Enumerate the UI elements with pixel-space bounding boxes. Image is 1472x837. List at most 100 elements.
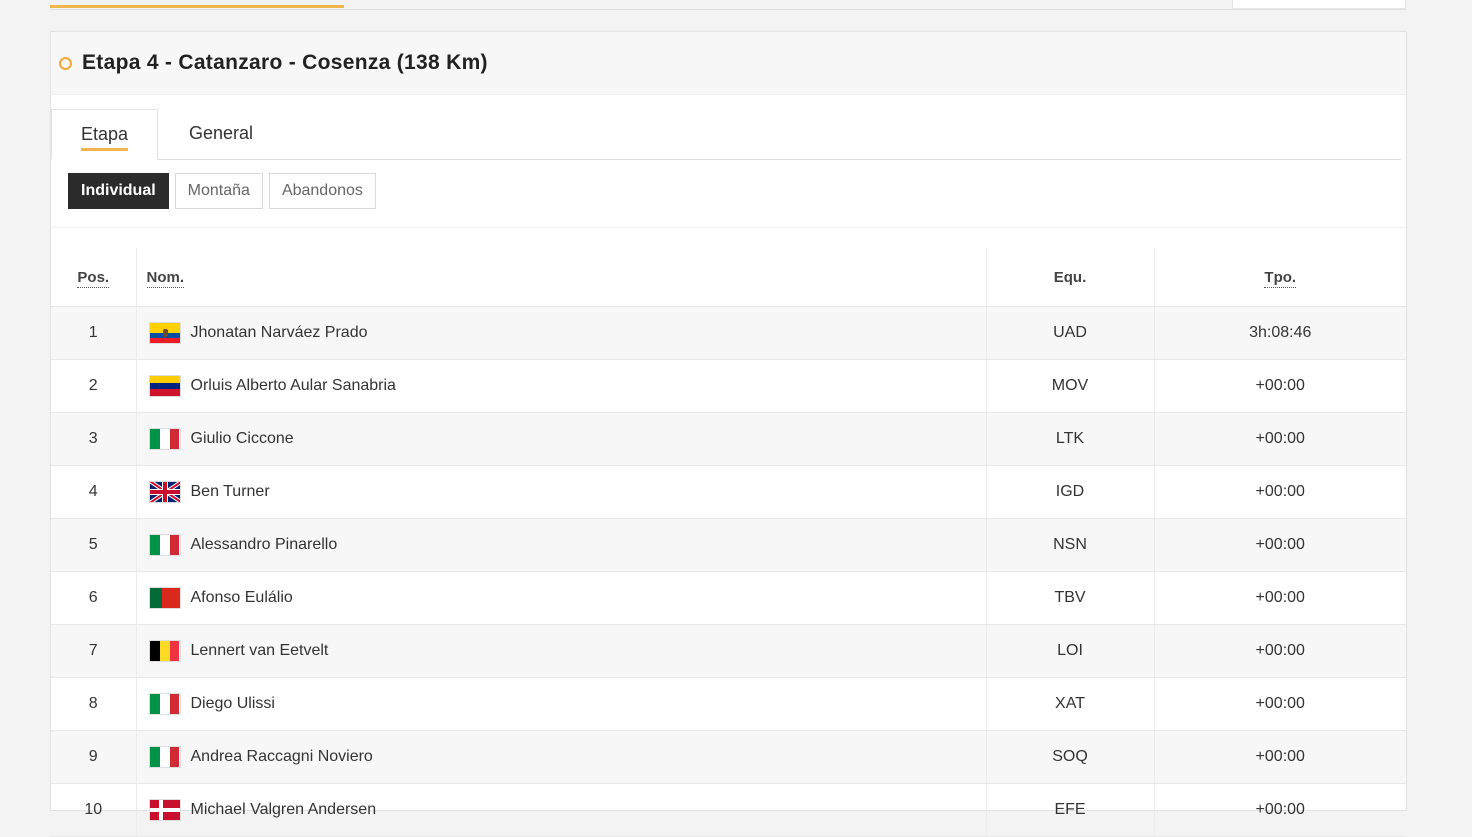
- venezuela-flag: [148, 375, 181, 397]
- cell-pos: 2: [51, 359, 137, 413]
- cell-pos: 10: [51, 783, 137, 837]
- subtab-abandonos[interactable]: Abandonos: [268, 173, 376, 209]
- cell-time: +00:00: [1154, 677, 1406, 731]
- panel-header: Etapa 4 - Catanzaro - Cosenza (138 Km): [51, 32, 1406, 95]
- rider-name[interactable]: Alessandro Pinarello: [191, 536, 338, 554]
- rider-name[interactable]: Afonso Eulálio: [191, 589, 293, 607]
- cell-team[interactable]: SOQ: [986, 730, 1155, 784]
- cell-team[interactable]: LOI: [986, 624, 1155, 678]
- rider-name[interactable]: Orluis Alberto Aular Sanabria: [191, 377, 396, 395]
- cell-time: +00:00: [1154, 412, 1406, 466]
- cell-time: +00:00: [1154, 783, 1406, 837]
- table-row: 6 Afonso Eulálio TBV +00:00: [51, 571, 1406, 625]
- rider-wrap: Giulio Ciccone: [148, 428, 985, 450]
- ecuador-flag: [148, 322, 181, 344]
- cell-rider: Orluis Alberto Aular Sanabria: [136, 359, 987, 413]
- table-row: 4 Ben Turner IGD +00:00: [51, 465, 1406, 519]
- cell-pos: 9: [51, 730, 137, 784]
- header-pos[interactable]: Pos.: [51, 248, 137, 307]
- rider-wrap: Jhonatan Narváez Prado: [148, 322, 985, 344]
- results-table: Pos. Nom. Equ. Tpo. 1 Jhonatan Narváez Pr…: [51, 248, 1406, 837]
- tab-etapa-label: Etapa: [80, 124, 129, 151]
- rider-wrap: Andrea Raccagni Noviero: [148, 746, 985, 768]
- cell-rider: Jhonatan Narváez Prado: [136, 306, 987, 360]
- rider-name[interactable]: Jhonatan Narváez Prado: [191, 324, 368, 342]
- cell-pos: 7: [51, 624, 137, 678]
- top-strip: [50, 0, 1406, 10]
- cell-team[interactable]: TBV: [986, 571, 1155, 625]
- table-row: 8 Diego Ulissi XAT +00:00: [51, 677, 1406, 731]
- rider-wrap: Ben Turner: [148, 481, 985, 503]
- tab-general[interactable]: General: [158, 109, 284, 159]
- portugal-flag: [148, 587, 181, 609]
- cell-time: +00:00: [1154, 359, 1406, 413]
- cell-team[interactable]: MOV: [986, 359, 1155, 413]
- cell-rider: Andrea Raccagni Noviero: [136, 730, 987, 784]
- cell-rider: Giulio Ciccone: [136, 412, 987, 466]
- cell-team[interactable]: XAT: [986, 677, 1155, 731]
- cell-team[interactable]: IGD: [986, 465, 1155, 519]
- cell-pos: 1: [51, 306, 137, 360]
- rider-name[interactable]: Michael Valgren Andersen: [191, 801, 377, 819]
- cell-rider: Lennert van Eetvelt: [136, 624, 987, 678]
- cell-pos: 3: [51, 412, 137, 466]
- rider-wrap: Orluis Alberto Aular Sanabria: [148, 375, 985, 397]
- subtab-montana[interactable]: Montaña: [174, 173, 263, 209]
- cell-pos: 4: [51, 465, 137, 519]
- cell-rider: Ben Turner: [136, 465, 987, 519]
- tab-etapa[interactable]: Etapa: [51, 109, 158, 160]
- cell-team[interactable]: UAD: [986, 306, 1155, 360]
- rider-wrap: Michael Valgren Andersen: [148, 799, 985, 821]
- top-right-box: [1232, 0, 1406, 9]
- rider-wrap: Alessandro Pinarello: [148, 534, 985, 556]
- table-row: 7 Lennert van Eetvelt LOI +00:00: [51, 624, 1406, 678]
- rider-name[interactable]: Giulio Ciccone: [191, 430, 294, 448]
- uk-flag: [148, 481, 181, 503]
- divider: [51, 227, 1406, 228]
- italy-flag: [148, 428, 181, 450]
- rider-name[interactable]: Diego Ulissi: [191, 695, 275, 713]
- cell-pos: 8: [51, 677, 137, 731]
- rider-name[interactable]: Lennert van Eetvelt: [191, 642, 329, 660]
- top-progress-indicator: [50, 5, 344, 8]
- table-row: 2 Orluis Alberto Aular Sanabria MOV +00:00: [51, 359, 1406, 413]
- cell-team[interactable]: NSN: [986, 518, 1155, 572]
- header-nom[interactable]: Nom.: [136, 248, 987, 307]
- cell-time: 3h:08:46: [1154, 306, 1406, 360]
- italy-flag: [148, 693, 181, 715]
- cell-rider: Alessandro Pinarello: [136, 518, 987, 572]
- classification-subtabs: Individual Montaña Abandonos: [68, 173, 376, 209]
- cell-time: +00:00: [1154, 518, 1406, 572]
- cell-pos: 5: [51, 518, 137, 572]
- cell-time: +00:00: [1154, 571, 1406, 625]
- table-row: 3 Giulio Ciccone LTK +00:00: [51, 412, 1406, 466]
- rider-name[interactable]: Ben Turner: [191, 483, 270, 501]
- subtab-individual[interactable]: Individual: [68, 173, 169, 209]
- cell-pos: 6: [51, 571, 137, 625]
- header-tpo[interactable]: Tpo.: [1154, 248, 1406, 307]
- cell-rider: Diego Ulissi: [136, 677, 987, 731]
- table-row: 1 Jhonatan Narváez Prado UAD 3h:08:46: [51, 306, 1406, 360]
- belgium-flag: [148, 640, 181, 662]
- rider-wrap: Afonso Eulálio: [148, 587, 985, 609]
- denmark-flag: [148, 799, 181, 821]
- table-header-row: Pos. Nom. Equ. Tpo.: [51, 248, 1406, 307]
- rider-name[interactable]: Andrea Raccagni Noviero: [191, 748, 373, 766]
- cell-team[interactable]: LTK: [986, 412, 1155, 466]
- table-row: 9 Andrea Raccagni Noviero SOQ +00:00: [51, 730, 1406, 784]
- cell-time: +00:00: [1154, 624, 1406, 678]
- italy-flag: [148, 746, 181, 768]
- header-equ[interactable]: Equ.: [986, 248, 1155, 307]
- stage-results-panel: Etapa 4 - Catanzaro - Cosenza (138 Km) E…: [50, 31, 1407, 837]
- cell-team[interactable]: EFE: [986, 783, 1155, 837]
- circle-icon: [59, 56, 72, 70]
- cell-time: +00:00: [1154, 730, 1406, 784]
- cell-rider: Michael Valgren Andersen: [136, 783, 987, 837]
- rider-wrap: Lennert van Eetvelt: [148, 640, 985, 662]
- stage-title: Etapa 4 - Catanzaro - Cosenza (138 Km): [82, 51, 488, 74]
- rider-wrap: Diego Ulissi: [148, 693, 985, 715]
- cell-rider: Afonso Eulálio: [136, 571, 987, 625]
- table-row: 5 Alessandro Pinarello NSN +00:00: [51, 518, 1406, 572]
- results-tabs: Etapa General: [51, 95, 1401, 160]
- italy-flag: [148, 534, 181, 556]
